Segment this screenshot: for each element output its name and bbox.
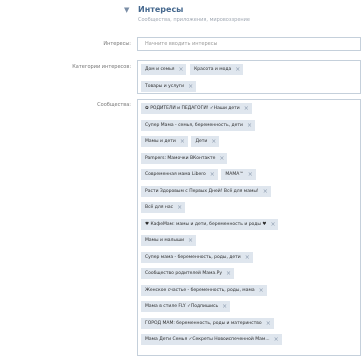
community-tag[interactable]: Супер мама - беременность, роды, дети × — [141, 251, 253, 263]
tag-label: Pampers: Мамочки ВКонтакте — [145, 155, 216, 161]
close-icon[interactable]: × — [178, 64, 183, 75]
chevron-down-icon[interactable]: ▼ — [124, 7, 129, 14]
interests-field[interactable] — [137, 37, 361, 51]
tag-label: Супер мама - беременность, роды, дети — [145, 254, 241, 260]
close-icon[interactable]: × — [247, 120, 252, 131]
community-tag[interactable]: Современная мама Libero × — [141, 169, 218, 180]
tag-label: Мамы и малыши — [145, 238, 184, 243]
close-icon[interactable]: × — [188, 235, 193, 246]
tag-label: Расти Здоровым с Первых Дней! Всё для ма… — [145, 188, 259, 194]
tag-label: Дом и семья — [145, 67, 175, 72]
community-tag[interactable]: ГОРОД МАМ: беременность, роды и материнс… — [141, 317, 274, 329]
section-subtitle: Сообщества, приложения, мировоззрение — [138, 17, 250, 23]
category-tag[interactable]: Красота и мода × — [190, 64, 244, 75]
tag-label: Мамы и дети — [145, 139, 176, 144]
close-icon[interactable]: × — [274, 334, 279, 345]
section-title[interactable]: Интересы — [138, 5, 183, 15]
communities-tag-box[interactable]: ✿ РОДИТЕЛИ и ПЕДАГОГИ! ✓Наши дети × Супер… — [137, 99, 361, 356]
tag-label: Мама в стиле FLY ✓Подпишись — [145, 304, 219, 309]
community-tag[interactable]: Дети × — [191, 136, 220, 147]
community-tag[interactable]: Мама в стиле FLY ✓Подпишись × — [141, 301, 231, 312]
tag-label: Всё для нас — [145, 205, 174, 210]
community-tag[interactable]: Супер Мама - семья, беременность, дети × — [141, 119, 255, 131]
close-icon[interactable]: × — [270, 219, 275, 230]
categories-tag-box[interactable]: Дом и семья × Красота и мода × Товары и ус… — [137, 60, 361, 94]
tag-label: Супер Мама - семья, беременность, дети — [145, 122, 243, 128]
tag-label: МАМА™ — [225, 172, 244, 177]
close-icon[interactable]: × — [259, 285, 264, 296]
close-icon[interactable]: × — [211, 136, 216, 147]
tag-label: ГОРОД МАМ: беременность, роды и материнс… — [145, 320, 262, 326]
tag-label: Женское счастье - беременность, роды, ма… — [145, 287, 255, 293]
tag-label: Сообщество родителей Мама.Ру — [145, 271, 222, 276]
close-icon[interactable]: × — [263, 186, 268, 197]
close-icon[interactable]: × — [222, 301, 227, 312]
community-tag[interactable]: Мамы и дети × — [141, 136, 188, 147]
close-icon[interactable]: × — [235, 64, 240, 75]
community-tag[interactable]: МАМА™ × — [221, 169, 256, 180]
close-icon[interactable]: × — [210, 169, 215, 180]
categories-label: Категории интересов: — [72, 64, 131, 70]
community-tag[interactable]: Мамы и малыши × — [141, 235, 197, 246]
close-icon[interactable]: × — [177, 202, 182, 213]
close-icon[interactable]: × — [248, 169, 253, 180]
tag-label: Дети — [195, 139, 208, 144]
tag-label: Современная мама Libero — [145, 172, 206, 177]
tag-label: Товары и услуги — [145, 83, 185, 89]
communities-label: Сообщества: — [97, 102, 131, 108]
tag-label: Красота и мода — [194, 67, 232, 72]
tag-label: ♥ КафеМам: мамы и дети, беременность и р… — [145, 221, 267, 227]
community-tag[interactable]: ✿ РОДИТЕЛИ и ПЕДАГОГИ! ✓Наши дети × — [141, 103, 252, 114]
community-tag[interactable]: Мама Дети Семья ✓Секреты Новоиспеченной … — [141, 334, 282, 345]
interests-label: Интересы: — [103, 41, 131, 47]
interests-input[interactable] — [138, 38, 360, 50]
category-tag[interactable]: Товары и услуги × — [141, 80, 197, 92]
community-tag[interactable]: ♥ КафеМам: мамы и дети, беременность и р… — [141, 218, 279, 230]
community-tag[interactable]: Женское счастье - беременность, роды, ма… — [141, 284, 267, 296]
tag-label: Мама Дети Семья ✓Секреты Новоиспеченной … — [145, 337, 270, 342]
community-tag[interactable]: Всё для нас × — [141, 202, 186, 213]
community-tag[interactable]: Pampers: Мамочки ВКонтакте × — [141, 152, 228, 164]
tag-label: ✿ РОДИТЕЛИ и ПЕДАГОГИ! ✓Наши дети — [145, 106, 240, 111]
close-icon[interactable]: × — [266, 318, 271, 329]
close-icon[interactable]: × — [188, 81, 193, 92]
interests-section-header: ▼ Интересы Сообщества, приложения, миров… — [0, 0, 362, 28]
close-icon[interactable]: × — [245, 252, 250, 263]
close-icon[interactable]: × — [180, 136, 185, 147]
close-icon[interactable]: × — [219, 153, 224, 164]
community-tag[interactable]: Расти Здоровым с Первых Дней! Всё для ма… — [141, 185, 271, 197]
close-icon[interactable]: × — [226, 268, 231, 279]
category-tag[interactable]: Дом и семья × — [141, 64, 187, 75]
close-icon[interactable]: × — [244, 103, 249, 114]
community-tag[interactable]: Сообщество родителей Мама.Ру × — [141, 268, 235, 279]
